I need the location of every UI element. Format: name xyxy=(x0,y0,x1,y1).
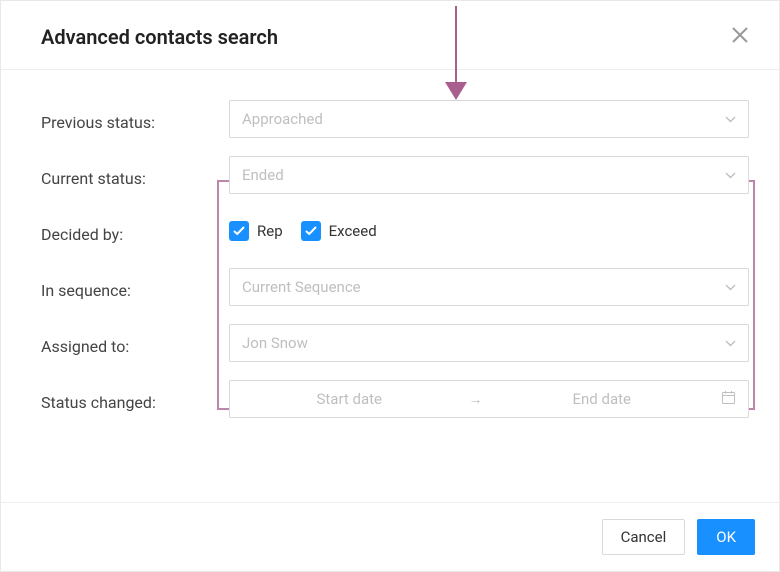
form-rows: Previous status: Approached Current stat… xyxy=(41,100,749,418)
chevron-down-icon xyxy=(725,336,736,350)
arrow-right-icon: → xyxy=(469,391,483,408)
chevron-down-icon xyxy=(725,280,736,294)
label-current-status: Current status: xyxy=(41,163,229,188)
decided-by-group: Rep Exceed xyxy=(229,212,749,250)
label-status-changed: Status changed: xyxy=(41,387,229,412)
modal-header: Advanced contacts search xyxy=(1,1,779,70)
label-in-sequence: In sequence: xyxy=(41,275,229,300)
checkbox-exceed-box xyxy=(301,221,321,241)
select-in-sequence[interactable]: Current Sequence xyxy=(229,268,749,306)
row-decided-by: Decided by: Rep Exc xyxy=(41,212,749,250)
modal-title: Advanced contacts search xyxy=(41,25,278,49)
close-icon xyxy=(731,25,749,50)
advanced-search-modal: Advanced contacts search Previous status… xyxy=(0,0,780,572)
select-in-sequence-value: Current Sequence xyxy=(242,278,361,296)
checkbox-rep-label: Rep xyxy=(257,222,283,240)
select-current-status[interactable]: Ended xyxy=(229,156,749,194)
ok-button-label: OK xyxy=(716,528,736,546)
check-icon xyxy=(233,226,245,236)
date-range-status-changed[interactable]: Start date → End date xyxy=(229,380,749,418)
ok-button[interactable]: OK xyxy=(697,519,755,555)
checkbox-exceed[interactable]: Exceed xyxy=(301,221,377,241)
row-previous-status: Previous status: Approached xyxy=(41,100,749,138)
check-icon xyxy=(305,226,317,236)
select-previous-status[interactable]: Approached xyxy=(229,100,749,138)
label-previous-status: Previous status: xyxy=(41,107,229,132)
label-assigned-to: Assigned to: xyxy=(41,331,229,356)
calendar-icon xyxy=(721,390,736,409)
modal-footer: Cancel OK xyxy=(1,502,779,571)
row-in-sequence: In sequence: Current Sequence xyxy=(41,268,749,306)
row-status-changed: Status changed: Start date → End date xyxy=(41,380,749,418)
checkbox-exceed-label: Exceed xyxy=(329,222,377,240)
cancel-button-label: Cancel xyxy=(621,528,667,546)
label-decided-by: Decided by: xyxy=(41,219,229,244)
modal-body: Previous status: Approached Current stat… xyxy=(1,70,779,502)
close-button[interactable] xyxy=(731,26,749,49)
start-date-placeholder: Start date xyxy=(242,390,457,408)
select-assigned-to[interactable]: Jon Snow xyxy=(229,324,749,362)
row-current-status: Current status: Ended xyxy=(41,156,749,194)
chevron-down-icon xyxy=(725,112,736,126)
select-previous-status-value: Approached xyxy=(242,110,323,128)
select-current-status-value: Ended xyxy=(242,166,284,184)
cancel-button[interactable]: Cancel xyxy=(602,519,686,555)
chevron-down-icon xyxy=(725,168,736,182)
checkbox-rep[interactable]: Rep xyxy=(229,221,283,241)
row-assigned-to: Assigned to: Jon Snow xyxy=(41,324,749,362)
end-date-placeholder: End date xyxy=(495,390,710,408)
checkbox-rep-box xyxy=(229,221,249,241)
select-assigned-to-value: Jon Snow xyxy=(242,334,308,352)
